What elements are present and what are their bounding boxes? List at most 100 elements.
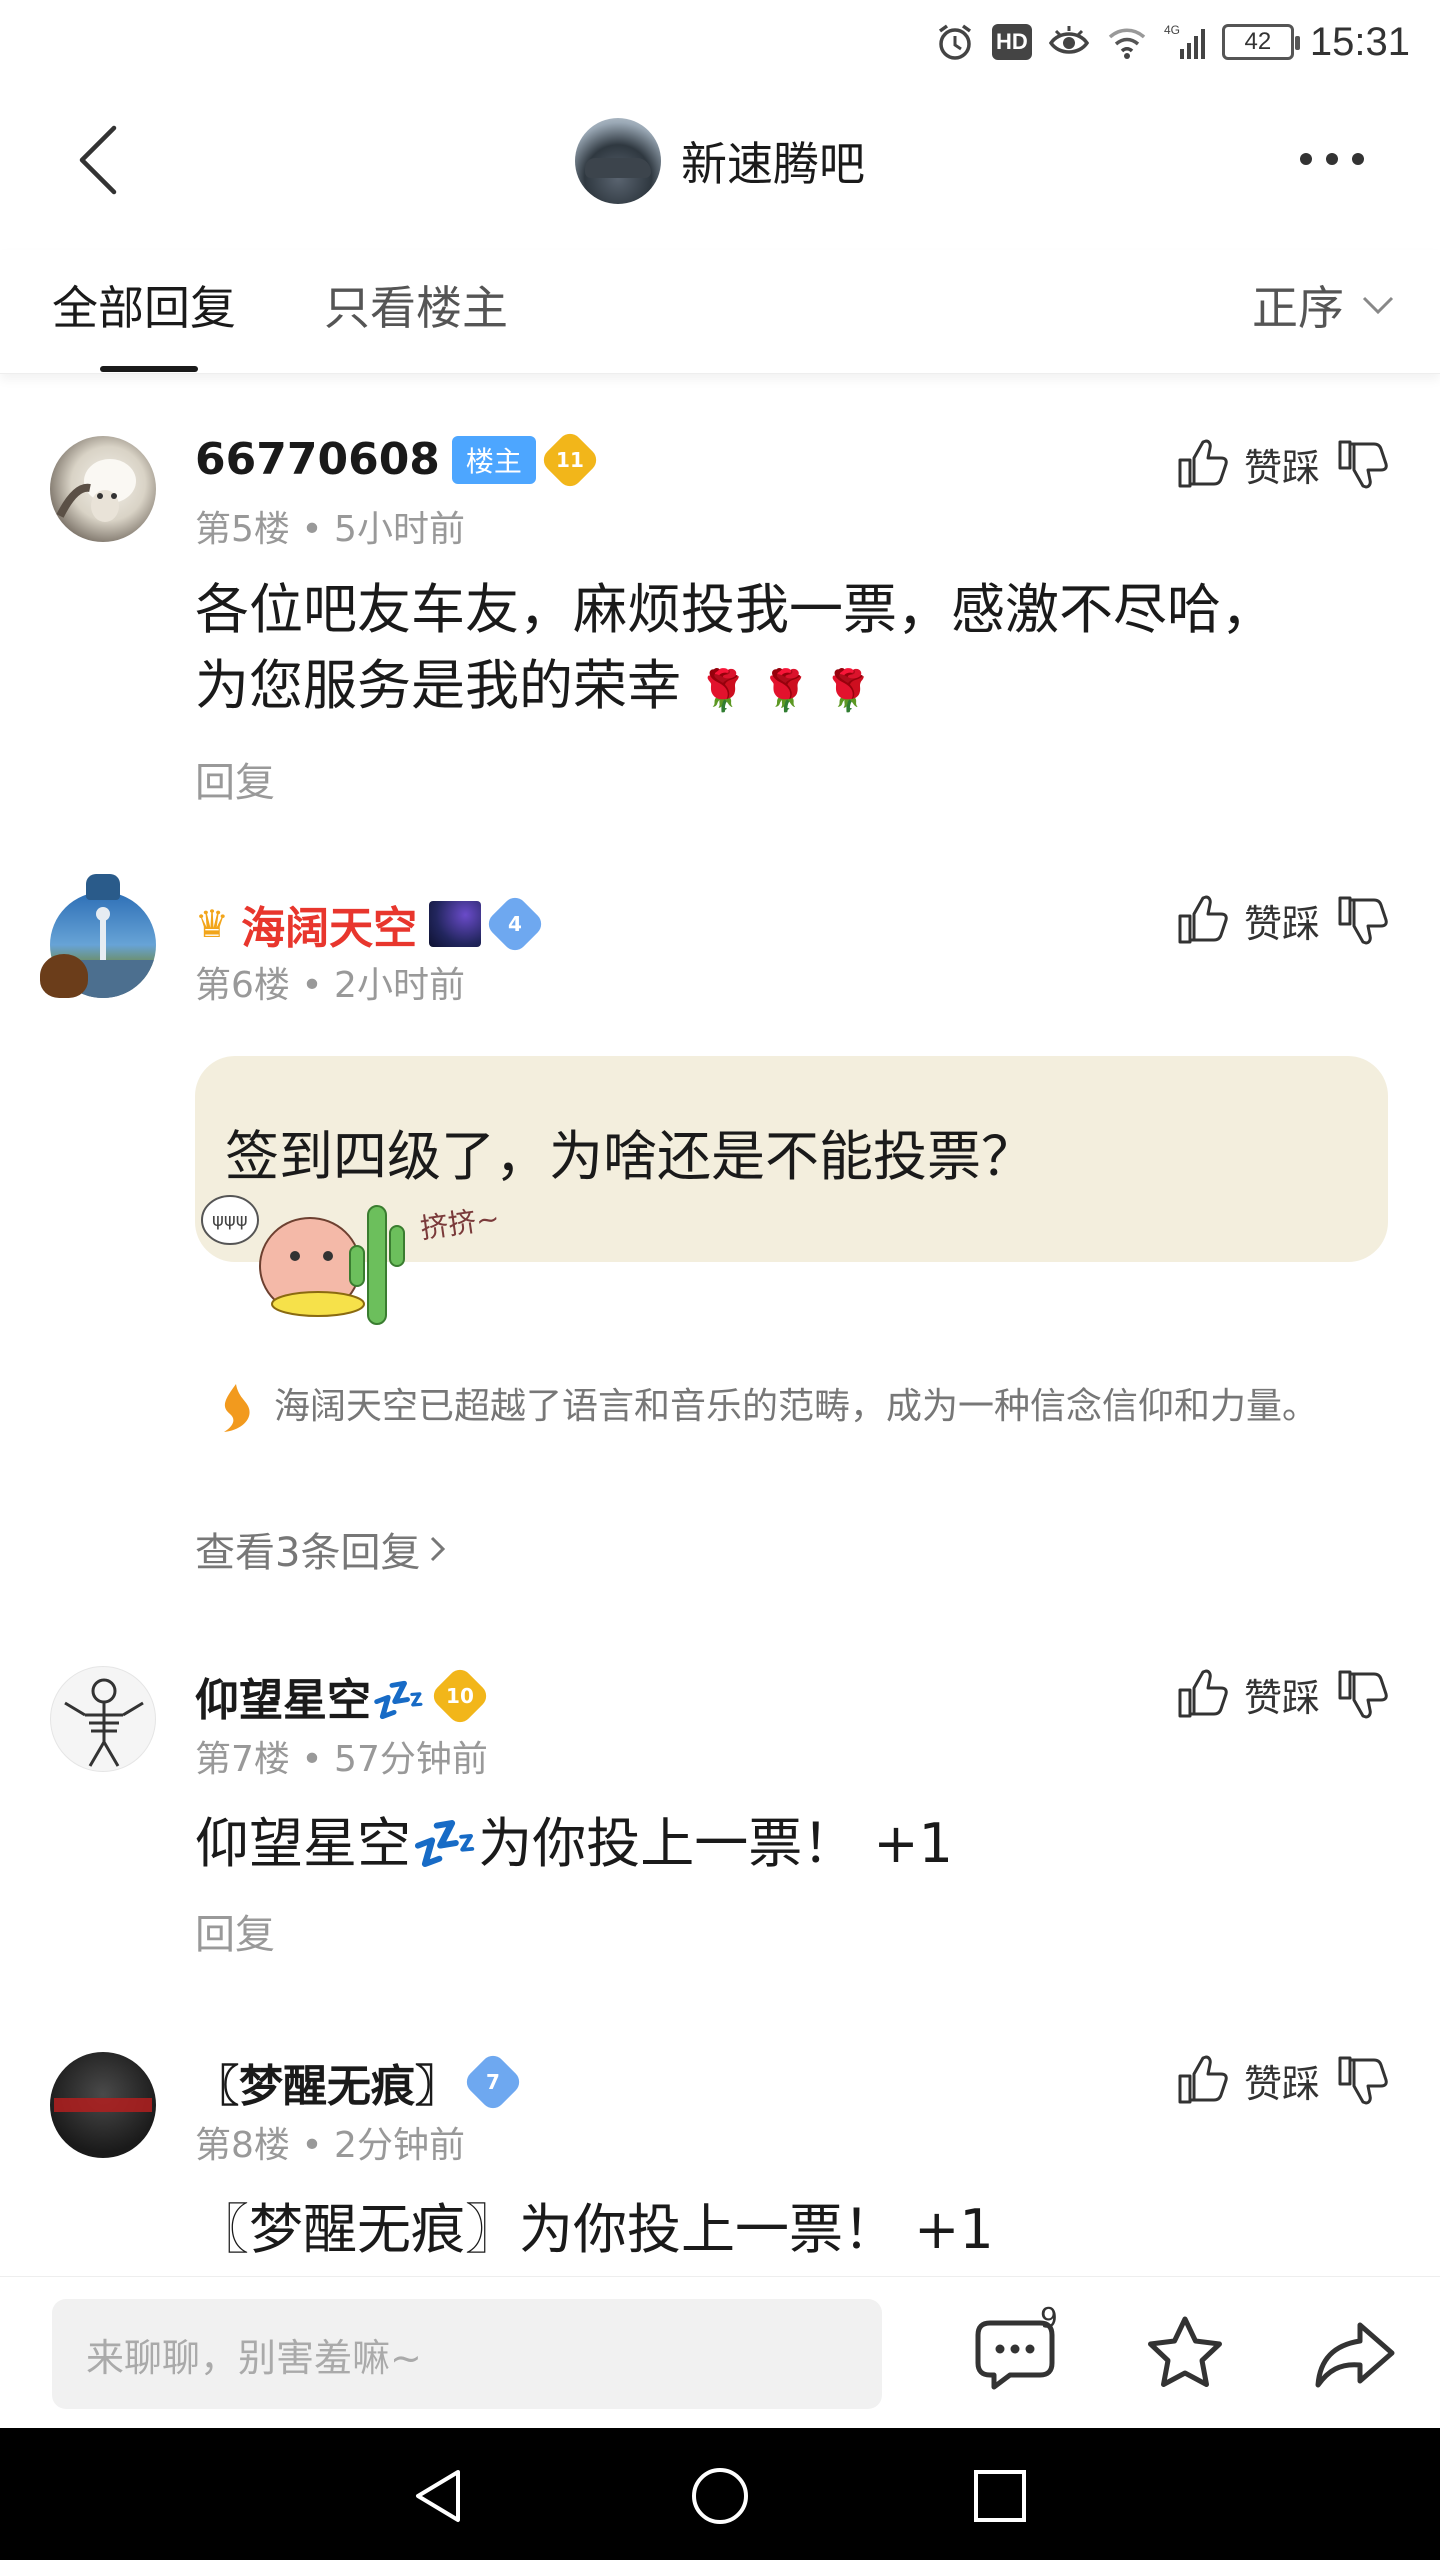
chevron-right-icon xyxy=(431,1536,446,1562)
username[interactable]: 〖梦醒无痕〗 xyxy=(195,2050,459,2114)
dark-text-image xyxy=(54,2098,152,2112)
post-content: 各位吧友车友，麻烦投我一票，感激不尽哈， 为您服务是我的荣幸 🌹 🌹 🌹 xyxy=(195,572,1375,729)
username[interactable]: 海阔天空 xyxy=(241,892,417,956)
username-row: 66770608 楼主 11 xyxy=(195,428,602,491)
level-badge: 11 xyxy=(538,428,602,491)
meta-dot: • xyxy=(301,965,335,1006)
post-floor-8: 〖梦醒无痕〗 7 第8楼 • 2分钟前 赞踩 〖梦醒无痕〗为你投上一票！ +1 xyxy=(0,2040,1440,2276)
svg-text:ψψψ: ψψψ xyxy=(212,1210,248,1231)
forum-header[interactable]: 新速腾吧 xyxy=(0,118,1440,204)
thumbs-up-icon[interactable] xyxy=(1174,892,1230,948)
username[interactable]: 仰望星空💤 xyxy=(195,1664,426,1728)
signature-text: 海阔天空已超越了语言和音乐的范畴，成为一种信念信仰和力量。 xyxy=(274,1386,1319,1427)
view-replies-label: 查看3条回复 xyxy=(195,1530,421,1576)
eye-icon xyxy=(1048,26,1089,54)
username-row: ♛ 海阔天空 4 xyxy=(195,892,547,956)
pet-decoration-icon xyxy=(40,954,88,998)
crown-icon: ♛ xyxy=(195,902,230,946)
post-time: 5小时前 xyxy=(334,509,465,550)
signal-4g-icon: 4G xyxy=(1164,23,1205,59)
rose-emoji: 🌹 🌹 🌹 xyxy=(698,668,874,714)
vote-label: 赞踩 xyxy=(1243,445,1320,490)
hd-icon: HD xyxy=(991,24,1032,60)
sort-label: 正序 xyxy=(1252,281,1344,335)
avatar[interactable] xyxy=(50,1666,156,1772)
clock: 15:31 xyxy=(1309,19,1410,64)
bottom-bar: 来聊聊，别害羞嘛~ 9 xyxy=(0,2276,1440,2428)
username-row: 〖梦醒无痕〗 7 xyxy=(195,2050,525,2114)
thumbs-down-icon[interactable] xyxy=(1334,436,1390,492)
thumbs-up-icon[interactable] xyxy=(1174,436,1230,492)
sort-dropdown[interactable]: 正序 xyxy=(1252,272,1396,338)
post-time: 2小时前 xyxy=(334,965,465,1006)
vote-label: 赞踩 xyxy=(1243,1675,1320,1720)
tab-all-replies[interactable]: 全部回复 xyxy=(52,272,236,338)
pendant-icon xyxy=(86,874,120,900)
floor-number: 第6楼 xyxy=(195,965,290,1006)
thumbs-up-icon[interactable] xyxy=(1174,1666,1230,1722)
tab-active-indicator xyxy=(100,366,198,372)
forum-avatar[interactable] xyxy=(575,118,661,204)
skeleton-image xyxy=(64,1678,144,1767)
alarm-icon xyxy=(938,24,971,60)
tab-only-op[interactable]: 只看楼主 xyxy=(324,272,508,338)
post-meta: 第6楼 • 2小时前 xyxy=(195,956,465,1008)
star-icon[interactable] xyxy=(1140,2309,1230,2399)
post-line-2: 为您服务是我的荣幸 🌹 🌹 🌹 xyxy=(195,654,874,717)
nav-recents-icon[interactable] xyxy=(968,2464,1032,2528)
post-meta: 第7楼 • 57分钟前 xyxy=(195,1730,488,1782)
comment-count: 9 xyxy=(1040,2301,1058,2334)
floor-number: 第7楼 xyxy=(195,1739,290,1780)
vote-label: 赞踩 xyxy=(1243,901,1320,946)
username[interactable]: 66770608 xyxy=(195,434,440,485)
vote-control: 赞踩 xyxy=(1174,2052,1390,2108)
view-replies-link[interactable]: 查看3条回复 xyxy=(195,1520,448,1578)
chevron-down-icon xyxy=(1362,296,1394,315)
thumbs-down-icon[interactable] xyxy=(1334,1666,1390,1722)
nav-home-icon[interactable] xyxy=(688,2464,752,2528)
sheep-wolf-image xyxy=(56,459,136,522)
share-icon[interactable] xyxy=(1310,2309,1400,2399)
avatar[interactable] xyxy=(50,2052,156,2158)
post-meta: 第8楼 • 2分钟前 xyxy=(195,2116,465,2168)
post-line-1: 各位吧友车友，麻烦投我一票，感激不尽哈， xyxy=(195,578,1275,641)
level-badge: 7 xyxy=(461,2050,525,2114)
bubble-text: 签到四级了，为啥还是不能投票？ xyxy=(225,1125,1035,1188)
comment-input[interactable]: 来聊聊，别害羞嘛~ xyxy=(52,2299,882,2409)
post-meta: 第5楼 • 5小时前 xyxy=(195,500,465,552)
battery-icon: 42 xyxy=(1221,24,1300,60)
thumbs-down-icon[interactable] xyxy=(1334,2052,1390,2108)
floor-number: 第8楼 xyxy=(195,2125,290,2166)
more-dots-icon[interactable] xyxy=(1300,144,1380,174)
level-badge: 4 xyxy=(483,892,547,956)
tab-bar: 全部回复 只看楼主 正序 xyxy=(0,250,1440,374)
thumbs-down-icon[interactable] xyxy=(1334,892,1390,948)
status-icons: HD 4G 42 15:31 xyxy=(934,14,1410,70)
meta-dot: • xyxy=(301,1739,335,1780)
post-floor-7: 仰望星空💤 10 第7楼 • 57分钟前 赞踩 仰望星空💤为你投上一票！ +1 … xyxy=(0,1660,1440,1980)
reply-button[interactable]: 回复 xyxy=(195,1902,275,1960)
svg-text:4G: 4G xyxy=(1164,23,1180,37)
floor-number: 第5楼 xyxy=(195,509,290,550)
nav-back-icon[interactable] xyxy=(408,2464,472,2528)
meta-dot: • xyxy=(301,2125,335,2166)
vote-control: 赞踩 xyxy=(1174,436,1390,492)
level-badge: 10 xyxy=(428,1664,491,1728)
forum-title[interactable]: 新速腾吧 xyxy=(681,128,865,194)
post-content: 〖梦醒无痕〗为你投上一票！ +1 xyxy=(195,2198,994,2261)
post-time: 2分钟前 xyxy=(334,2125,465,2166)
meta-dot: • xyxy=(301,509,335,550)
system-nav-bar xyxy=(0,2428,1440,2560)
post-floor-6: ♛ 海阔天空 4 第6楼 • 2小时前 赞踩 签到四级了，为啥还是不能投票？ ψ… xyxy=(0,874,1440,1586)
reply-button[interactable]: 回复 xyxy=(195,750,275,808)
vote-control: 赞踩 xyxy=(1174,1666,1390,1722)
post-content: 仰望星空💤为你投上一票！ +1 xyxy=(195,1812,954,1875)
post-floor-5: 66770608 楼主 11 第5楼 • 5小时前 赞踩 各位吧友车友，麻烦投我… xyxy=(0,428,1440,810)
galaxy-emoji-icon xyxy=(429,901,482,947)
vote-control: 赞踩 xyxy=(1174,892,1390,948)
post-time: 57分钟前 xyxy=(334,1739,488,1780)
status-bar: HD 4G 42 15:31 xyxy=(0,0,1440,86)
vote-label: 赞踩 xyxy=(1243,2061,1320,2106)
avatar[interactable] xyxy=(50,436,156,542)
thumbs-up-icon[interactable] xyxy=(1174,2052,1230,2108)
